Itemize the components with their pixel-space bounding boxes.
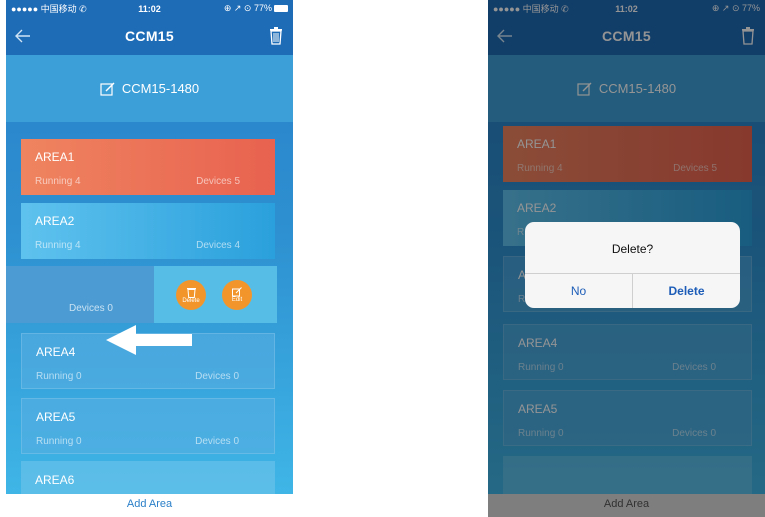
- status-bar: ●●●●● 中国移动 ✆ 11:02 ⊕ ↗ ⊙ 77%: [6, 0, 293, 17]
- page-title: CCM15: [125, 28, 174, 44]
- back-button[interactable]: [6, 17, 40, 55]
- delete-label: Delete: [182, 297, 200, 304]
- swipe-left-arrow-icon: [106, 325, 192, 355]
- status-battery-text: ⊕ ↗ ⊙ 77%: [223, 3, 272, 13]
- edit-icon: [100, 82, 115, 96]
- screen-background: ●●●●● 中国移动 ✆ 11:02 ⊕ ↗ ⊙ 77% CCM15 CCM15…: [6, 0, 293, 494]
- battery-icon: [273, 5, 288, 13]
- delete-area-button[interactable]: Delete: [176, 280, 206, 310]
- trash-button[interactable]: [259, 17, 293, 55]
- edit-label: Edit: [231, 297, 243, 303]
- trash-icon: [186, 287, 196, 298]
- area-name: AREA2: [35, 214, 75, 228]
- area-devices: Devices 0: [195, 436, 239, 447]
- edit-icon: [232, 287, 242, 297]
- status-carrier: ●●●●● 中国移动 ✆: [11, 4, 87, 14]
- area-devices: Devices 0: [69, 303, 113, 314]
- delete-confirm-dialog: Delete? No Delete: [525, 222, 740, 308]
- area-card[interactable]: AREA2 Running 4 Devices 4: [21, 203, 275, 259]
- area-devices: Devices 0: [195, 371, 239, 382]
- area-running: Running 0: [36, 371, 82, 382]
- no-button[interactable]: No: [525, 274, 633, 308]
- confirm-delete-button[interactable]: Delete: [633, 274, 740, 308]
- area-name: AREA5: [36, 410, 76, 424]
- area-card-partial[interactable]: AREA6: [21, 461, 275, 494]
- area-card[interactable]: AREA1 Running 4 Devices 5: [21, 139, 275, 195]
- edit-area-button[interactable]: Edit: [222, 280, 252, 310]
- area-name: AREA4: [36, 345, 76, 359]
- status-right: ⊕ ↗ ⊙ 77%: [196, 3, 288, 14]
- left-phone-screen: ●●●●● 中国移动 ✆ 11:02 ⊕ ↗ ⊙ 77% CCM15 CCM15…: [6, 0, 293, 517]
- swiped-area-card[interactable]: Devices 0: [6, 266, 154, 323]
- back-arrow-icon: [15, 29, 30, 43]
- add-area-label: Add Area: [126, 498, 173, 510]
- area-name: AREA6: [35, 473, 75, 487]
- area-devices: Devices 4: [196, 240, 240, 251]
- right-phone-screen: ●●●●● 中国移动 ✆ 11:02 ⊕ ↗ ⊙ 77% CCM15 CCM15…: [488, 0, 765, 517]
- nav-bar: CCM15: [6, 17, 293, 55]
- dialog-buttons: No Delete: [525, 274, 740, 308]
- area-devices: Devices 5: [196, 176, 240, 187]
- trash-icon: [270, 27, 282, 45]
- status-time: 11:02: [138, 3, 161, 14]
- area-name: AREA1: [35, 150, 75, 164]
- device-name-header[interactable]: CCM15-1480: [6, 55, 293, 122]
- add-area-button[interactable]: Add Area: [6, 494, 293, 517]
- swipe-action-panel: Delete Edit: [154, 266, 277, 323]
- area-running: Running 4: [35, 176, 81, 187]
- area-running: Running 0: [36, 436, 82, 447]
- area-running: Running 4: [35, 240, 81, 251]
- device-name: CCM15-1480: [121, 81, 200, 96]
- area-card[interactable]: AREA5 Running 0 Devices 0: [21, 398, 275, 454]
- dialog-message: Delete?: [525, 222, 740, 274]
